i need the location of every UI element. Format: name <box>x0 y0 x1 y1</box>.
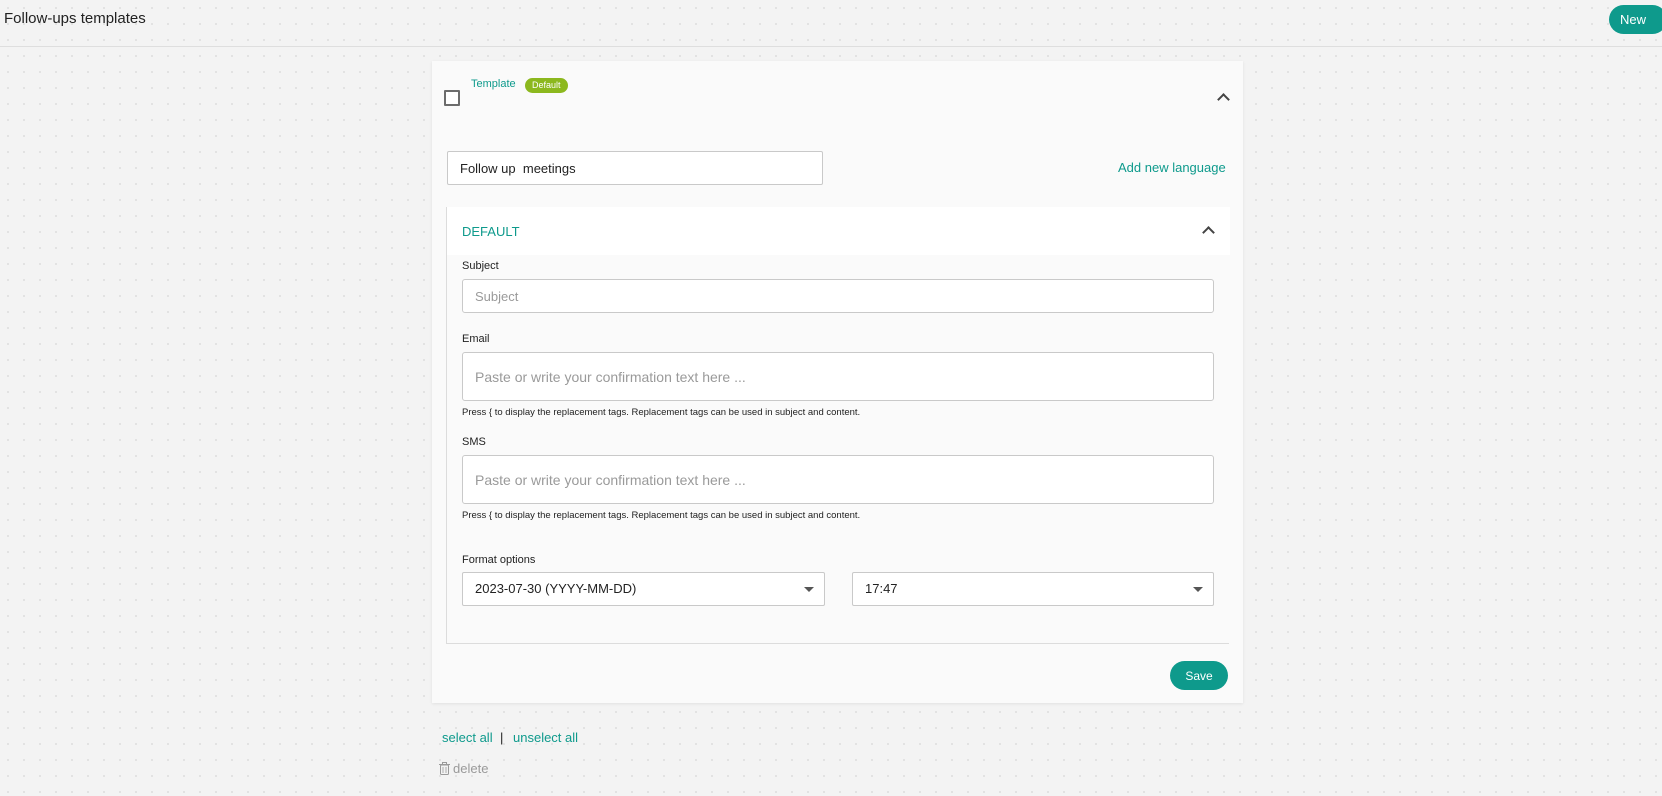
default-badge: Default <box>525 78 568 93</box>
delete-button[interactable]: delete <box>439 761 488 776</box>
subject-label: Subject <box>462 260 499 272</box>
template-select-checkbox[interactable] <box>444 90 460 106</box>
date-format-select[interactable]: 2023-07-30 (YYYY-MM-DD) <box>462 572 825 606</box>
language-collapse-chevron-up-icon[interactable] <box>1202 226 1215 239</box>
language-panel-title: DEFAULT <box>462 224 520 239</box>
time-format-select[interactable]: 17:47 <box>852 572 1214 606</box>
select-all-link[interactable]: select all <box>442 730 493 745</box>
delete-label: delete <box>453 761 489 776</box>
format-options-label: Format options <box>462 554 536 566</box>
add-new-language-link[interactable]: Add new language <box>1118 160 1226 175</box>
language-panel-header[interactable]: DEFAULT <box>447 207 1230 255</box>
sms-content-editor[interactable] <box>462 455 1214 504</box>
template-name-input[interactable] <box>447 151 823 185</box>
save-button[interactable]: Save <box>1170 661 1228 690</box>
email-hint-text: Press { to display the replacement tags.… <box>462 407 861 418</box>
language-panel-default: DEFAULT Subject Email Press { to display… <box>446 207 1230 644</box>
sms-hint-text: Press { to display the replacement tags.… <box>462 510 861 521</box>
email-label: Email <box>462 333 490 345</box>
trash-icon <box>439 762 450 775</box>
collapse-chevron-up-icon[interactable] <box>1217 93 1230 106</box>
email-content-editor[interactable] <box>462 352 1214 401</box>
template-label: Template <box>471 78 516 90</box>
time-format-value: 17:47 <box>865 581 898 596</box>
dropdown-caret-icon <box>1193 587 1203 592</box>
date-format-value: 2023-07-30 (YYYY-MM-DD) <box>475 581 637 596</box>
new-template-button[interactable]: New <box>1609 5 1662 34</box>
subject-input[interactable] <box>462 279 1214 313</box>
sms-label: SMS <box>462 436 486 448</box>
unselect-all-link[interactable]: unselect all <box>513 730 578 745</box>
template-card: Template Default Add new language DEFAUL… <box>432 61 1243 703</box>
page-header: Follow-ups templates New <box>0 0 1662 47</box>
link-separator: | <box>500 730 504 745</box>
page-title: Follow-ups templates <box>4 10 146 27</box>
dropdown-caret-icon <box>804 587 814 592</box>
